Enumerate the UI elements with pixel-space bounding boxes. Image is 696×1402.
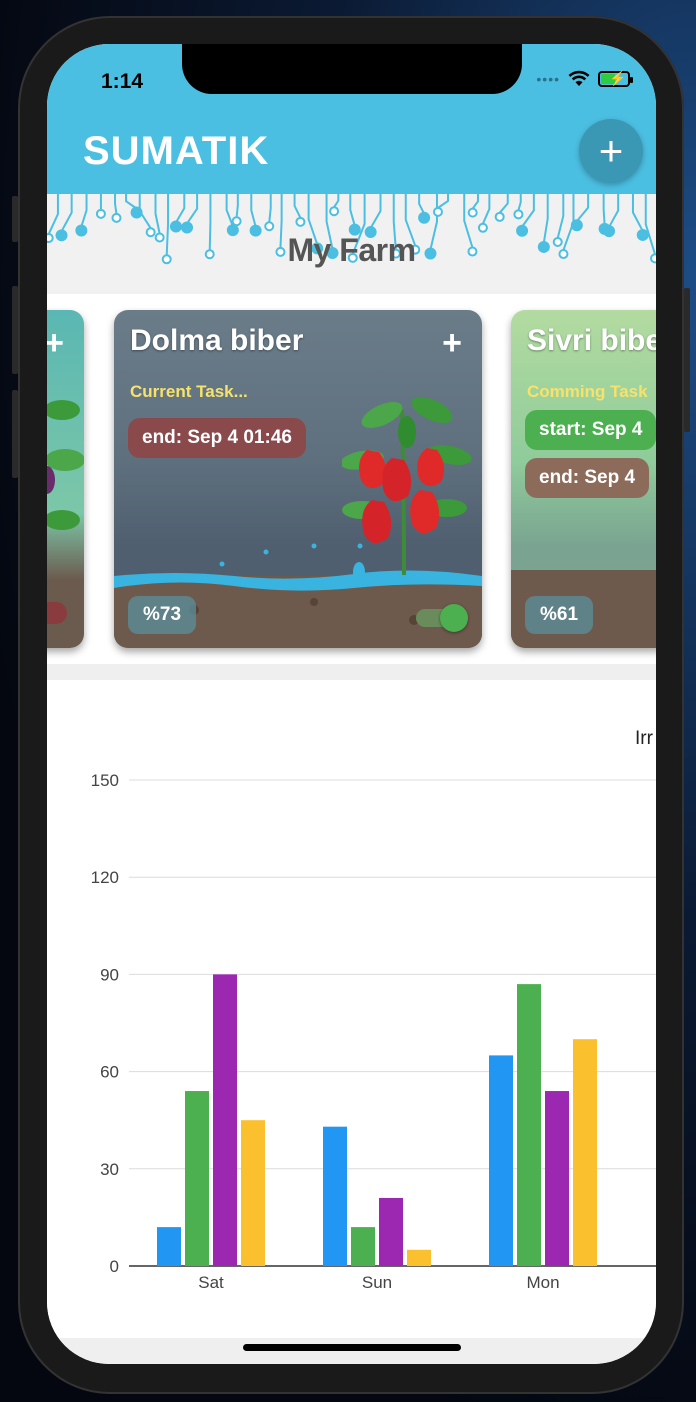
x-tick-label: Sun (362, 1273, 392, 1292)
bar[interactable] (545, 1091, 569, 1266)
volume-down-button (12, 390, 18, 478)
y-tick-label: 0 (110, 1257, 119, 1276)
bottom-bar (47, 1338, 656, 1364)
bar[interactable] (323, 1126, 347, 1266)
farm-title: My Farm (287, 232, 416, 268)
circuit-trace (138, 194, 156, 238)
x-tick-label: Mon (526, 1273, 559, 1292)
plant-card-dolma[interactable]: Dolma biber + Current Task... end: Sep 4… (114, 310, 482, 648)
circuit-trace (249, 194, 262, 237)
bar[interactable] (407, 1249, 431, 1266)
task-start-pill: start: Sep 4 (525, 410, 656, 450)
circuit-trace (293, 194, 306, 227)
app-title: SUMATIK (83, 129, 270, 173)
circuit-trace (494, 194, 509, 222)
progress-badge: %61 (525, 596, 594, 634)
irrigation-toggle[interactable] (416, 604, 468, 632)
pepper-plant-icon (342, 397, 472, 576)
y-tick-label: 30 (100, 1160, 119, 1179)
circuit-trace (329, 194, 340, 217)
status-icons: •••• ⚡ (536, 70, 633, 87)
bar[interactable] (185, 1091, 209, 1266)
circuit-trace (348, 194, 361, 236)
irrigation-chart: 0 30 60 90 120 150 Irr Sat Sun Mon (47, 680, 656, 1340)
task-end-pill: end: Sep 4 (525, 458, 650, 498)
bar[interactable] (157, 1227, 181, 1266)
screen: 1:14 •••• ⚡ SUMATIK + My Farm + Dolma bi… (47, 44, 656, 1364)
bar[interactable] (573, 1039, 597, 1266)
task-status: Current Task... (130, 382, 248, 401)
card-plus-icon[interactable]: + (47, 324, 64, 363)
circuit-trace (111, 194, 122, 223)
circuit-trace (513, 194, 524, 220)
card-title: Dolma biber (130, 324, 304, 357)
section-divider (47, 664, 656, 680)
card-title: Sivri biber (527, 324, 656, 357)
bar-chart: 0 30 60 90 120 150 Irr Sat Sun Mon (91, 728, 656, 1292)
bar[interactable] (241, 1120, 265, 1266)
plus-icon: + (598, 127, 624, 174)
bar[interactable] (379, 1197, 403, 1266)
y-tick-label: 60 (100, 1063, 119, 1082)
x-tick-label: Sat (198, 1273, 224, 1292)
volume-up-button (12, 286, 18, 374)
notch (182, 44, 522, 94)
circuit-trace (264, 194, 275, 232)
chart-title: Irr (635, 728, 654, 749)
circuit-trace (95, 194, 106, 219)
progress-badge: %73 (128, 596, 197, 634)
circuit-trace (364, 194, 382, 239)
circuit-trace (231, 194, 242, 227)
task-end-pill: end: Sep 4 01:46 (128, 418, 306, 458)
home-indicator[interactable] (243, 1344, 461, 1351)
y-tick-label: 120 (91, 868, 119, 887)
card-plus-icon[interactable]: + (442, 324, 462, 363)
plant-cards-carousel[interactable]: + Dolma biber + Current Task... end: Sep… (47, 296, 656, 664)
battery-icon: ⚡ (598, 70, 633, 87)
circuit-trace (467, 194, 479, 218)
bar[interactable] (351, 1227, 375, 1266)
power-button (684, 288, 690, 432)
mute-switch (12, 196, 18, 242)
plant-card-sivri[interactable]: Sivri biber Comming Task start: Sep 4 en… (511, 310, 656, 648)
add-button[interactable]: + (579, 119, 643, 183)
bar[interactable] (213, 974, 237, 1266)
circuit-trace (75, 194, 88, 237)
bar[interactable] (489, 1055, 513, 1266)
circuit-trace (477, 194, 491, 233)
signal-icon: •••• (536, 70, 560, 87)
status-time: 1:14 (101, 70, 144, 93)
y-tick-label: 90 (100, 965, 119, 984)
plant-leaves-icon (47, 400, 84, 530)
y-tick-label: 150 (91, 771, 119, 790)
plant-card-partial[interactable]: + (47, 310, 84, 648)
circuit-trace (418, 194, 431, 224)
toggle-off[interactable] (47, 602, 67, 624)
farm-banner: My Farm (47, 194, 656, 294)
circuit-trace (603, 194, 620, 238)
wifi-icon (568, 70, 590, 86)
bar[interactable] (517, 984, 541, 1266)
task-status: Comming Task (527, 382, 648, 401)
